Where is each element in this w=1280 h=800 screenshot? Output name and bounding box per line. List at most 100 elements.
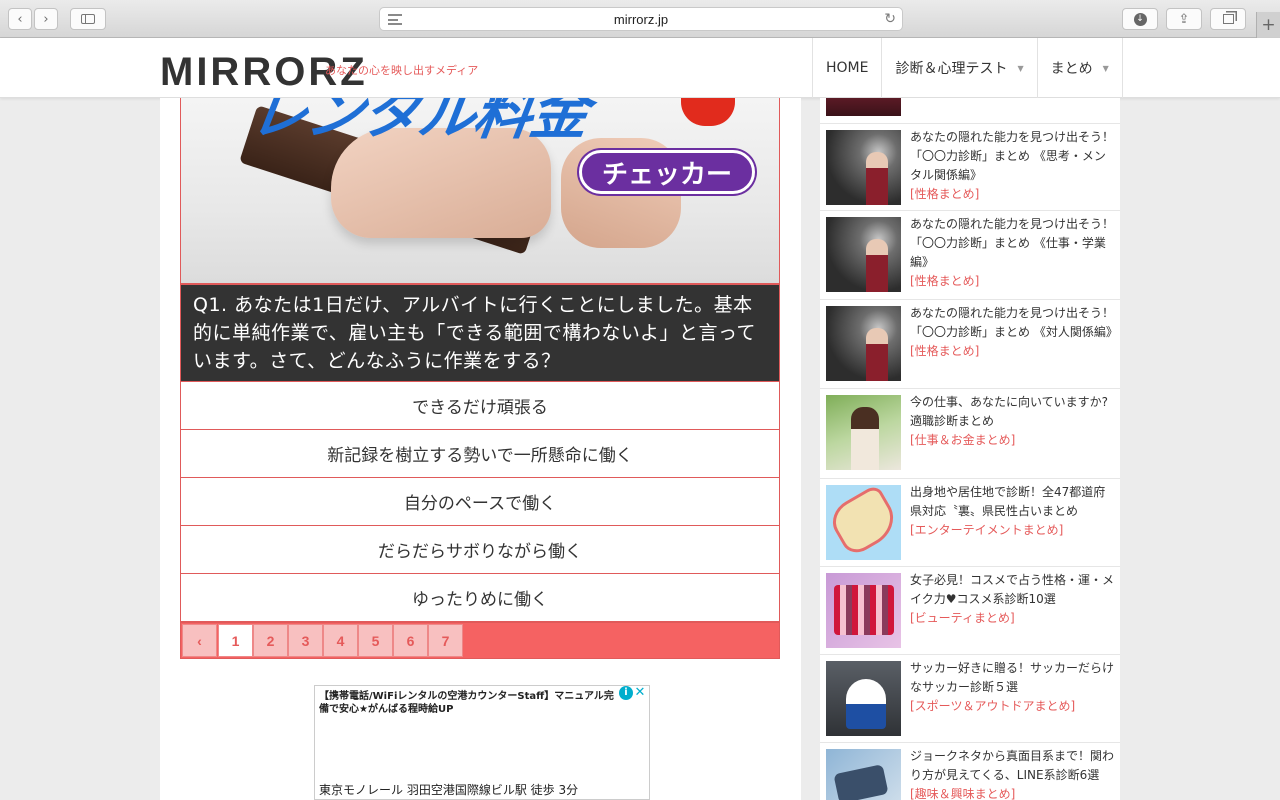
sidebar-article[interactable]: 女子必見！コスメで占う性格・運・メイク力♥コスメ系診断10選 [ビューティまとめ] bbox=[820, 567, 1120, 655]
sidebar-article-text: あなたの隠れた能力を見つけ出そう！「〇〇力診断」まとめ 《仕事・学業編》 [性格ま… bbox=[910, 215, 1116, 291]
pager-page-6[interactable]: 6 bbox=[393, 624, 428, 657]
caret-down-icon: ▼ bbox=[1017, 63, 1024, 73]
answer-option[interactable]: だらだらサボりながら働く bbox=[180, 526, 780, 574]
sidebar-article[interactable]: 出身地や居住地で診断！全47都道府県対応〝裏〟県民性占いまとめ [エンターテイメン… bbox=[820, 479, 1120, 567]
article-thumbnail bbox=[826, 98, 901, 116]
tabs-icon bbox=[1222, 14, 1234, 24]
reader-icon[interactable] bbox=[388, 14, 402, 25]
caret-down-icon: ▼ bbox=[1102, 63, 1109, 73]
sidebar-article[interactable]: サッカー好きに贈る！サッカーだらけなサッカー診断５選 [スポーツ＆アウトドアまとめ… bbox=[820, 655, 1120, 743]
share-button[interactable]: ⇪ bbox=[1166, 8, 1202, 30]
ad-controls: i ✕ bbox=[619, 686, 647, 700]
sidebar-article-text: 女子必見！コスメで占う性格・運・メイク力♥コスメ系診断10選 [ビューティまとめ] bbox=[910, 571, 1116, 628]
address-bar[interactable]: mirrorz.jp ↻ bbox=[379, 7, 903, 31]
sidebar-article-title[interactable]: ジョークネタから真面目系まで！関わり方が見えてくる、LINE系診断6選 bbox=[910, 747, 1116, 785]
site-header: MIRRORZ あなたの心を映し出すメディア HOME 診断＆心理テスト ▼ まと… bbox=[0, 38, 1280, 98]
back-button[interactable]: ‹ bbox=[8, 8, 32, 30]
sidebar-article-category[interactable]: [スポーツ＆アウトドアまとめ] bbox=[910, 697, 1116, 716]
article-thumbnail[interactable] bbox=[826, 661, 901, 736]
sidebar-article[interactable]: あなたの隠れた能力を見つけ出そう！「〇〇力診断」まとめ 《思考・メンタル関係編》… bbox=[820, 124, 1120, 211]
article-thumbnail[interactable] bbox=[826, 130, 901, 205]
browser-toolbar: ‹ › mirrorz.jp ↻ ↓ ⇪ + bbox=[0, 0, 1280, 38]
chevron-right-icon: › bbox=[43, 11, 49, 27]
sidebar-article-category[interactable]: [エンターテイメントまとめ] bbox=[910, 521, 1116, 540]
share-icon: ⇪ bbox=[1178, 11, 1190, 27]
sidebar-article-partial[interactable] bbox=[820, 98, 1120, 124]
sidebar-icon bbox=[81, 14, 95, 24]
answer-list: できるだけ頑張る 新記録を樹立する勢いで一所懸命に働く 自分のペースで働く だら… bbox=[180, 382, 780, 622]
sidebar-article[interactable]: あなたの隠れた能力を見つけ出そう！「〇〇力診断」まとめ 《仕事・学業編》 [性格ま… bbox=[820, 211, 1120, 300]
site-tagline: あなたの心を映し出すメディア bbox=[325, 64, 479, 77]
sidebar-article-title[interactable]: 今の仕事、あなたに向いていますか?適職診断まとめ bbox=[910, 393, 1116, 431]
pager-page-2[interactable]: 2 bbox=[253, 624, 288, 657]
nav-home-label: HOME bbox=[826, 60, 869, 76]
sidebar-article-title[interactable]: あなたの隠れた能力を見つけ出そう！「〇〇力診断」まとめ 《対人関係編》 bbox=[910, 304, 1118, 342]
url-text: mirrorz.jp bbox=[613, 11, 669, 27]
sidebar-article[interactable]: ジョークネタから真面目系まで！関わり方が見えてくる、LINE系診断6選 [趣味＆興… bbox=[820, 743, 1120, 800]
pager-page-7[interactable]: 7 bbox=[428, 624, 463, 657]
ad-location-text: 東京モノレール 羽田空港国際線ビル駅 徒歩 3分 bbox=[319, 783, 579, 797]
sidebar-article[interactable]: 今の仕事、あなたに向いていますか?適職診断まとめ [仕事＆お金まとめ] bbox=[820, 389, 1120, 479]
ad-close-icon[interactable]: ✕ bbox=[633, 686, 647, 700]
sidebar-article-category[interactable]: [趣味＆興味まとめ] bbox=[910, 785, 1116, 800]
answer-option[interactable]: ゆったりめに働く bbox=[180, 574, 780, 622]
hero-title-text: レンタル料金 bbox=[245, 98, 592, 147]
sidebar-article-text: あなたの隠れた能力を見つけ出そう！「〇〇力診断」まとめ 《思考・メンタル関係編》… bbox=[910, 128, 1116, 204]
answer-option[interactable]: できるだけ頑張る bbox=[180, 382, 780, 430]
sidebar-article-text: ジョークネタから真面目系まで！関わり方が見えてくる、LINE系診断6選 [趣味＆興… bbox=[910, 747, 1116, 800]
downloads-button[interactable]: ↓ bbox=[1122, 8, 1158, 30]
answer-option[interactable]: 自分のペースで働く bbox=[180, 478, 780, 526]
nav-shindan[interactable]: 診断＆心理テスト ▼ bbox=[882, 38, 1038, 98]
new-tab-button[interactable]: + bbox=[1256, 12, 1280, 38]
article-thumbnail[interactable] bbox=[826, 573, 901, 648]
question-text: Q1. あなたは1日だけ、アルバイトに行くことにしました。基本的に単純作業で、雇… bbox=[180, 284, 780, 382]
pager-page-3[interactable]: 3 bbox=[288, 624, 323, 657]
article-thumbnail[interactable] bbox=[826, 217, 901, 292]
sidebar-article-category[interactable]: [性格まとめ] bbox=[910, 272, 1116, 291]
plus-icon: + bbox=[1261, 15, 1276, 35]
tabs-button[interactable] bbox=[1210, 8, 1246, 30]
sidebar-article-category[interactable]: [性格まとめ] bbox=[910, 185, 1116, 204]
ad-banner[interactable]: 【携帯電話/WiFiレンタルの空港カウンターStaff】マニュアル完備で安心★が… bbox=[314, 685, 650, 800]
red-mark-graphic bbox=[681, 98, 735, 126]
sidebar-article-category[interactable]: [ビューティまとめ] bbox=[910, 609, 1116, 628]
chevron-left-icon: ‹ bbox=[17, 11, 23, 27]
pager-prev-button[interactable]: ‹ bbox=[182, 624, 217, 657]
sidebar-article-text: 今の仕事、あなたに向いていますか?適職診断まとめ [仕事＆お金まとめ] bbox=[910, 393, 1116, 450]
sidebar-article-title[interactable]: サッカー好きに贈る！サッカーだらけなサッカー診断５選 bbox=[910, 659, 1116, 697]
sidebar-article-category[interactable]: [性格まとめ] bbox=[910, 342, 1116, 361]
pager-page-1[interactable]: 1 bbox=[218, 624, 253, 657]
sidebar-article-title[interactable]: 出身地や居住地で診断！全47都道府県対応〝裏〟県民性占いまとめ bbox=[910, 483, 1116, 521]
reload-icon[interactable]: ↻ bbox=[884, 10, 896, 27]
ad-title[interactable]: 【携帯電話/WiFiレンタルの空港カウンターStaff】マニュアル完備で安心★が… bbox=[319, 690, 619, 716]
pager-page-5[interactable]: 5 bbox=[358, 624, 393, 657]
sidebar-article-title[interactable]: 女子必見！コスメで占う性格・運・メイク力♥コスメ系診断10選 bbox=[910, 571, 1116, 609]
nav-home[interactable]: HOME bbox=[813, 38, 883, 98]
article-hero-image: レンタル料金 チェッカー bbox=[180, 98, 780, 284]
nav-matome[interactable]: まとめ ▼ bbox=[1038, 38, 1123, 98]
sidebar-toggle-button[interactable] bbox=[70, 8, 106, 30]
article-thumbnail[interactable] bbox=[826, 485, 901, 560]
pager-page-4[interactable]: 4 bbox=[323, 624, 358, 657]
article-thumbnail[interactable] bbox=[826, 306, 901, 381]
main-nav: HOME 診断＆心理テスト ▼ まとめ ▼ bbox=[812, 38, 1123, 98]
sidebar-article-text: 出身地や居住地で診断！全47都道府県対応〝裏〟県民性占いまとめ [エンターテイメン… bbox=[910, 483, 1116, 540]
sidebar-article-title[interactable]: あなたの隠れた能力を見つけ出そう！「〇〇力診断」まとめ 《仕事・学業編》 bbox=[910, 215, 1116, 272]
article-thumbnail[interactable] bbox=[826, 749, 901, 800]
main-content: レンタル料金 チェッカー Q1. あなたは1日だけ、アルバイトに行くことにしまし… bbox=[160, 98, 801, 800]
sidebar-article-title[interactable]: あなたの隠れた能力を見つけ出そう！「〇〇力診断」まとめ 《思考・メンタル関係編》 bbox=[910, 128, 1116, 185]
sidebar-article[interactable]: あなたの隠れた能力を見つけ出そう！「〇〇力診断」まとめ 《対人関係編》 [性格まと… bbox=[820, 300, 1120, 389]
sidebar-article-text: サッカー好きに贈る！サッカーだらけなサッカー診断５選 [スポーツ＆アウトドアまとめ… bbox=[910, 659, 1116, 716]
forward-button[interactable]: › bbox=[34, 8, 58, 30]
ad-info-icon[interactable]: i bbox=[619, 686, 633, 700]
hero-badge: チェッカー bbox=[579, 150, 755, 194]
nav-shindan-label: 診断＆心理テスト bbox=[895, 61, 1008, 77]
article-thumbnail[interactable] bbox=[826, 395, 901, 470]
sidebar-article-category[interactable]: [仕事＆お金まとめ] bbox=[910, 431, 1116, 450]
sidebar: あなたの隠れた能力を見つけ出そう！「〇〇力診断」まとめ 《思考・メンタル関係編》… bbox=[820, 98, 1120, 800]
answer-option[interactable]: 新記録を樹立する勢いで一所懸命に働く bbox=[180, 430, 780, 478]
download-icon: ↓ bbox=[1133, 12, 1147, 26]
pagination: ‹ 1 2 3 4 5 6 7 bbox=[180, 622, 780, 659]
sidebar-article-text: あなたの隠れた能力を見つけ出そう！「〇〇力診断」まとめ 《対人関係編》 [性格まと… bbox=[910, 304, 1118, 361]
nav-matome-label: まとめ bbox=[1050, 61, 1093, 77]
